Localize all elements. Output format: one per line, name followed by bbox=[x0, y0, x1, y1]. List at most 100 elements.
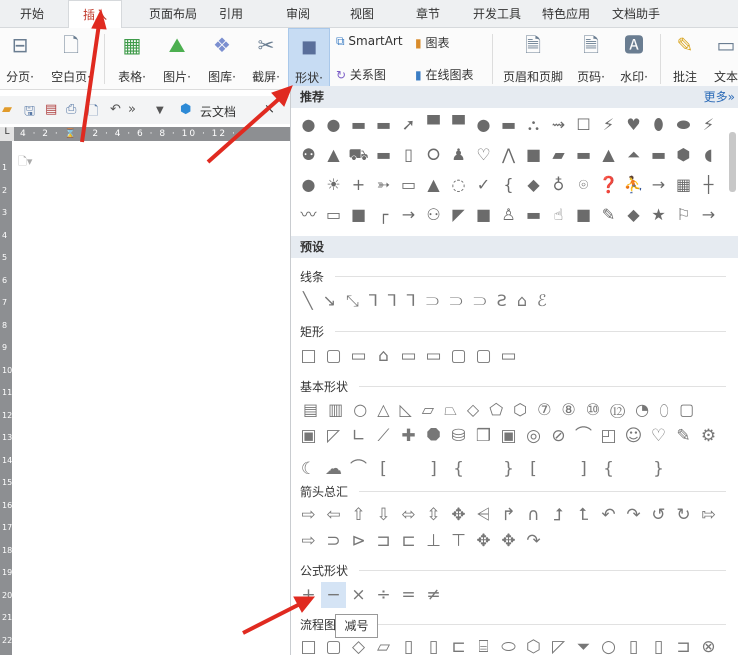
shape-icon[interactable]: ▬ bbox=[646, 142, 671, 168]
shape-icon[interactable]: ⌂ bbox=[371, 343, 396, 369]
shapes-button[interactable]: ◼ 形状· bbox=[288, 28, 330, 88]
shape-icon[interactable]: ♡ bbox=[646, 423, 671, 449]
shape-icon[interactable]: □ bbox=[296, 343, 321, 369]
shape-icon[interactable]: ⊏ bbox=[446, 634, 471, 660]
shape-icon[interactable]: ◎ bbox=[521, 423, 546, 449]
picture-button[interactable]: ⛰ 图片· bbox=[157, 28, 197, 88]
chart-button[interactable]: ▮ 图表 bbox=[415, 34, 449, 51]
shape-icon[interactable]: ⬬ bbox=[671, 112, 696, 138]
shape-icon[interactable]: ⏶ bbox=[621, 142, 646, 168]
shape-icon[interactable]: → bbox=[396, 202, 421, 228]
tab-1[interactable]: 插入 bbox=[68, 0, 122, 28]
shape-icon[interactable]: ▲ bbox=[596, 142, 621, 168]
shape-icon[interactable]: ◖ bbox=[696, 142, 721, 168]
open-icon[interactable]: ▰ bbox=[2, 102, 12, 117]
dropdown-icon[interactable]: ▼ bbox=[156, 105, 164, 116]
shape-icon[interactable]: = bbox=[396, 582, 421, 608]
shape-icon[interactable]: ▰ bbox=[546, 142, 571, 168]
vertical-ruler[interactable]: 1 2 3 4 5 6 7 8 9 10 11 12 13 14 15 16 17 18 19 20 21 22 bbox=[0, 141, 12, 655]
shape-icon[interactable]: ◤ bbox=[446, 202, 471, 228]
more-shapes-link[interactable]: 更多» bbox=[704, 86, 735, 108]
shape-icon[interactable]: ◌ bbox=[446, 172, 471, 198]
shape-icon[interactable]: ■ bbox=[521, 142, 546, 168]
shape-icon[interactable]: ➚ bbox=[396, 112, 421, 138]
gallery-button[interactable]: ❖ 图库· bbox=[202, 28, 242, 88]
shape-icon[interactable]: ▭ bbox=[346, 343, 371, 369]
shape-icon[interactable]: ⚡ bbox=[596, 112, 621, 138]
tab-stop-selector[interactable]: L bbox=[0, 127, 14, 141]
shape-icon[interactable]: ● bbox=[296, 172, 321, 198]
shape-icon[interactable]: ❓ bbox=[596, 172, 621, 198]
shape-icon[interactable]: ∩ bbox=[521, 502, 546, 528]
shape-icon[interactable]: ⊏ bbox=[396, 528, 421, 554]
shape-icon[interactable]: ▯ bbox=[646, 634, 671, 660]
shape-icon[interactable]: ✚ bbox=[396, 423, 421, 449]
shape-icon[interactable]: ⬮ bbox=[646, 112, 671, 138]
tab-9[interactable]: 文档助手 bbox=[605, 0, 667, 28]
shape-icon[interactable]: ▲ bbox=[321, 142, 346, 168]
tab-4[interactable]: 审阅 bbox=[278, 0, 318, 28]
shape-icon[interactable]: ⌾ bbox=[571, 172, 596, 198]
tab-3[interactable]: 引用 bbox=[214, 0, 248, 28]
shape-icon[interactable]: ● bbox=[321, 112, 346, 138]
shape-icon[interactable]: { bbox=[446, 456, 471, 482]
shape-icon[interactable]: ◸ bbox=[546, 634, 571, 660]
shape-icon[interactable]: ✎ bbox=[671, 423, 696, 449]
shape-icon[interactable]: ⇝ bbox=[546, 112, 571, 138]
horizontal-ruler[interactable]: 4 · 2 · ⌛ · 2 · 4 · 6 · 8 · 10 · 12 · bbox=[14, 127, 290, 141]
shape-icon[interactable]: ⛟ bbox=[346, 142, 371, 168]
shape-icon[interactable]: ▯ bbox=[621, 634, 646, 660]
shape-icon[interactable]: ↷ bbox=[521, 528, 546, 554]
shape-icon[interactable]: ↱ bbox=[496, 502, 521, 528]
shape-icon[interactable]: ⇨ bbox=[296, 528, 321, 554]
shape-icon[interactable]: ➳ bbox=[371, 172, 396, 198]
shape-icon[interactable]: ▭ bbox=[396, 172, 421, 198]
shape-icon[interactable]: ⇨ bbox=[296, 502, 321, 528]
shape-icon[interactable]: ⊐ bbox=[371, 528, 396, 554]
print-preview-icon[interactable]: 🗋 bbox=[88, 102, 98, 124]
shape-icon[interactable]: ▬ bbox=[571, 142, 596, 168]
lines-row[interactable]: ╲↘⤡⅂⅂⅂⸧⸧⸧Ƨ⌂ℰ bbox=[303, 288, 557, 314]
shape-icon[interactable]: □ bbox=[296, 634, 321, 660]
shape-icon[interactable]: ⛹ bbox=[621, 172, 646, 198]
basic-row[interactable]: ▤▥○△◺▱⏢◇⬠⬡⑦⑧⑩⑫◔⬯▢ bbox=[303, 397, 704, 423]
textbox-button[interactable]: ▭ 文本 bbox=[710, 28, 738, 88]
shape-icon[interactable]: ▦ bbox=[671, 172, 696, 198]
shape-icon[interactable]: ⬡ bbox=[521, 634, 546, 660]
shape-icon[interactable]: ⛁ bbox=[446, 423, 471, 449]
shape-icon[interactable]: ▯ bbox=[421, 634, 446, 660]
shape-icon[interactable]: ⯃ bbox=[421, 423, 446, 449]
shape-icon[interactable]: ♡ bbox=[471, 142, 496, 168]
shape-icon[interactable]: ⩤ bbox=[471, 502, 496, 528]
shape-icon[interactable]: ⇦ bbox=[321, 502, 346, 528]
shape-icon[interactable]: ⮥ bbox=[546, 502, 571, 528]
shape-icon[interactable]: ● bbox=[471, 112, 496, 138]
shape-icon[interactable]: ○ bbox=[596, 634, 621, 660]
shape-icon[interactable]: ☺ bbox=[621, 423, 646, 449]
shape-icon[interactable]: ⏷ bbox=[571, 634, 596, 660]
shape-icon[interactable]: { bbox=[596, 456, 621, 482]
shape-icon[interactable]: ⚉ bbox=[296, 142, 321, 168]
shape-icon[interactable]: ▯ bbox=[396, 634, 421, 660]
shape-icon[interactable]: ⛬ bbox=[521, 112, 546, 138]
page-number-button[interactable]: 🗎 页码· bbox=[572, 28, 610, 88]
shape-icon[interactable]: ▢ bbox=[471, 343, 496, 369]
shape-icon[interactable]: ✓ bbox=[471, 172, 496, 198]
shape-icon[interactable]: ▬ bbox=[496, 112, 521, 138]
shape-icon[interactable]: ▢ bbox=[446, 343, 471, 369]
tab-2[interactable]: 页面布局 bbox=[140, 0, 206, 28]
blank-page-button[interactable]: 🗋 空白页· bbox=[46, 28, 96, 88]
shape-icon[interactable]: } bbox=[496, 456, 521, 482]
shape-icon[interactable]: ⇧ bbox=[346, 502, 371, 528]
shape-icon[interactable]: ✎ bbox=[596, 202, 621, 228]
shape-icon[interactable]: ⌒ bbox=[571, 423, 596, 449]
shape-icon[interactable]: ☝ bbox=[546, 202, 571, 228]
scrollbar-thumb[interactable] bbox=[729, 132, 736, 192]
tab-8[interactable]: 特色应用 bbox=[535, 0, 597, 28]
shape-icon[interactable]: ▭ bbox=[396, 343, 421, 369]
shape-icon[interactable]: [ bbox=[521, 456, 546, 482]
shape-icon[interactable]: ♟ bbox=[446, 142, 471, 168]
shape-icon[interactable]: ♥ bbox=[621, 112, 646, 138]
shape-icon[interactable]: ⊃ bbox=[321, 528, 346, 554]
shape-icon[interactable]: ↷ bbox=[621, 502, 646, 528]
